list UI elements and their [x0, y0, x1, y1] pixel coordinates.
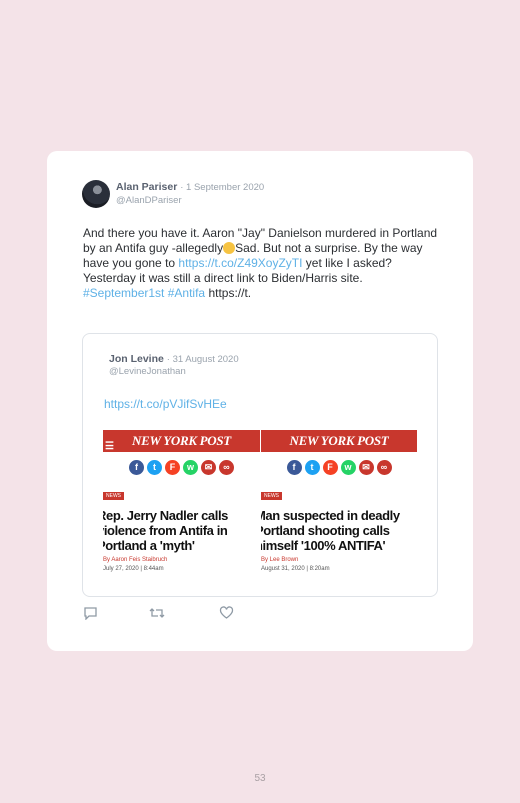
- page-number: 53: [254, 773, 266, 784]
- article-headline: Man suspected in deadly Portland shootin…: [261, 508, 400, 553]
- author-name[interactable]: Alan Pariser: [116, 181, 177, 193]
- share-icons: f t F w ✉ ∞: [103, 456, 260, 478]
- heart-icon[interactable]: [219, 606, 234, 623]
- nypost-header: NEW YORK POST: [261, 430, 417, 452]
- link-icon: ∞: [376, 459, 392, 475]
- author-handle[interactable]: @AlanDPariser: [116, 195, 182, 206]
- article-body: NEWS Rep. Jerry Nadler calls violence fr…: [103, 478, 260, 572]
- article-date: July 27, 2020 | 8:44am: [103, 566, 164, 572]
- whatsapp-icon: w: [183, 459, 198, 475]
- article-byline: By Aaron Feis Staibruch: [103, 557, 168, 563]
- hashtag-antifa[interactable]: #Antifa: [168, 286, 205, 300]
- quoted-link[interactable]: https://t.co/pVJifSvHEe: [104, 397, 227, 411]
- link-icon: ∞: [219, 459, 234, 475]
- tweet-date[interactable]: · 1 September 2020: [180, 182, 264, 193]
- whatsapp-icon: w: [340, 459, 356, 475]
- quoted-author: Jon Levine · 31 August 2020: [109, 353, 239, 365]
- article-body: NEWS Man suspected in deadly Portland sh…: [261, 478, 417, 572]
- article-byline: By Lee Brown: [261, 557, 299, 563]
- email-icon: ✉: [358, 459, 374, 475]
- hamburger-icon: ☰: [105, 441, 114, 452]
- quoted-tweet[interactable]: Jon Levine · 31 August 2020 @LevineJonat…: [82, 333, 438, 597]
- tweet-link[interactable]: https://t.co/Z49XoyZyTI: [178, 256, 302, 270]
- flipboard-icon: F: [165, 459, 180, 475]
- nypost-logo: NEW YORK POST: [132, 433, 231, 448]
- quoted-handle[interactable]: @LevineJonathan: [109, 366, 186, 377]
- reply-icon[interactable]: [83, 606, 98, 623]
- news-tag: NEWS: [103, 492, 124, 500]
- twitter-icon: t: [147, 459, 162, 475]
- confused-face-emoji-icon: [223, 242, 236, 254]
- quoted-author-name[interactable]: Jon Levine: [109, 353, 164, 365]
- avatar[interactable]: [82, 180, 110, 208]
- facebook-icon: f: [129, 459, 144, 475]
- tweet-author: Alan Pariser · 1 September 2020: [116, 181, 264, 193]
- tweet-actions: [83, 606, 283, 622]
- retweet-icon[interactable]: [149, 606, 165, 623]
- article-date: August 31, 2020 | 8:20am: [261, 566, 330, 572]
- twitter-icon: t: [304, 459, 320, 475]
- quoted-date[interactable]: · 31 August 2020: [167, 354, 239, 365]
- email-icon: ✉: [201, 459, 216, 475]
- article-headline: Rep. Jerry Nadler calls violence from An…: [103, 508, 228, 553]
- flipboard-icon: F: [322, 459, 338, 475]
- share-icons: f t F w ✉ ∞: [261, 456, 417, 478]
- tweet-text: And there you have it. Aaron "Jay" Danie…: [83, 226, 443, 301]
- nypost-screenshot-1[interactable]: ☰ NEW YORK POST f t F w ✉ ∞ NEWS Rep. Jer…: [103, 430, 260, 580]
- tweet-text-part: https://t.: [208, 286, 252, 300]
- nypost-logo: NEW YORK POST: [289, 433, 389, 448]
- quoted-images[interactable]: ☰ NEW YORK POST f t F w ✉ ∞ NEWS Rep. Jer…: [103, 430, 417, 580]
- tweet-card: Alan Pariser · 1 September 2020 @AlanDPa…: [47, 151, 473, 651]
- nypost-screenshot-2[interactable]: NEW YORK POST f t F w ✉ ∞ NEWS Man suspe…: [261, 430, 417, 580]
- facebook-icon: f: [286, 459, 302, 475]
- nypost-header: ☰ NEW YORK POST: [103, 430, 260, 452]
- hashtag-september1st[interactable]: #September1st: [83, 286, 164, 300]
- news-tag: NEWS: [261, 492, 282, 500]
